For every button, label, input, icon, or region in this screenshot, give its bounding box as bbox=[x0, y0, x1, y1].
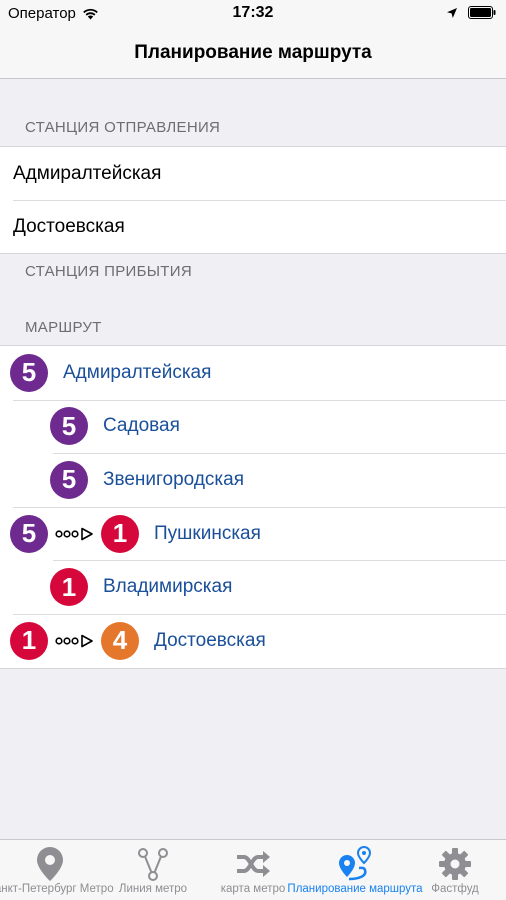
tab-fastfood[interactable]: Фастфуд bbox=[420, 840, 490, 900]
arrival-station-cell[interactable]: Достоевская bbox=[0, 200, 506, 253]
route-step[interactable]: 5 Звенигородская bbox=[0, 453, 506, 507]
line-5-badge: 5 bbox=[10, 353, 48, 392]
route-step[interactable]: 5 Адмиралтейская bbox=[0, 346, 506, 400]
location-arrow-icon bbox=[447, 7, 457, 18]
page-title: Планирование маршрута bbox=[134, 42, 372, 63]
tab-route-planning[interactable]: Планирование маршрута bbox=[287, 840, 423, 900]
departure-station-value: Адмиралтейская bbox=[13, 162, 162, 184]
station-name: Звенигородская bbox=[103, 468, 244, 490]
transfer-arrow-icon bbox=[48, 527, 101, 541]
clock: 17:32 bbox=[232, 4, 274, 21]
map-pin-icon bbox=[35, 846, 65, 882]
route-transfer-step[interactable]: 1 4 Достоевская bbox=[0, 613, 506, 668]
route-step[interactable]: 1 Владимирская bbox=[0, 560, 506, 614]
tab-label: Санкт-Петербург Метро bbox=[0, 883, 114, 895]
navigation-bar: Планирование маршрута bbox=[0, 28, 506, 79]
route-transfer-step[interactable]: 5 1 Пушкинская bbox=[0, 506, 506, 561]
line-1-badge: 1 bbox=[10, 621, 48, 660]
station-name: Садовая bbox=[103, 415, 180, 437]
tab-label: Линия метро bbox=[118, 883, 188, 895]
status-bar: Оператор 17:32 bbox=[0, 0, 506, 28]
arrival-section-header: СТАНЦИЯ ПРИБЫТИЯ bbox=[25, 263, 192, 280]
route-planning-icon bbox=[337, 846, 373, 882]
tab-bar: Санкт-Петербург Метро Линия метро карта … bbox=[0, 839, 506, 900]
gear-icon bbox=[438, 846, 472, 882]
tab-label: Планирование маршрута bbox=[287, 883, 423, 895]
battery-icon bbox=[468, 6, 496, 19]
shuffle-icon bbox=[235, 846, 271, 882]
departure-station-cell[interactable]: Адмиралтейская bbox=[0, 147, 506, 200]
route-section-header: МАРШРУТ bbox=[25, 319, 102, 336]
tab-metro-map[interactable]: карта метро bbox=[210, 840, 296, 900]
line-5-badge: 5 bbox=[10, 514, 48, 553]
line-1-badge: 1 bbox=[50, 568, 88, 607]
line-1-badge: 1 bbox=[101, 514, 139, 553]
route-list: 5 Адмиралтейская 5 Садовая 5 Звенигородс… bbox=[0, 345, 506, 669]
route-step[interactable]: 5 Садовая bbox=[0, 399, 506, 454]
line-4-badge: 4 bbox=[101, 621, 139, 660]
line-5-badge: 5 bbox=[50, 407, 88, 446]
tab-metro-line[interactable]: Линия метро bbox=[110, 840, 196, 900]
line-5-badge: 5 bbox=[50, 460, 88, 499]
transfer-arrow-icon bbox=[48, 634, 101, 648]
tab-label: Фастфуд bbox=[431, 883, 479, 895]
arrival-station-value: Достоевская bbox=[13, 215, 125, 237]
station-name: Достоевская bbox=[154, 629, 266, 651]
station-name: Адмиралтейская bbox=[63, 361, 212, 383]
station-name: Владимирская bbox=[103, 576, 233, 598]
tab-spb-metro[interactable]: Санкт-Петербург Метро bbox=[0, 840, 114, 900]
metro-logo-icon bbox=[136, 846, 170, 882]
station-name: Пушкинская bbox=[154, 522, 261, 544]
departure-section-header: СТАНЦИЯ ОТПРАВЛЕНИЯ bbox=[25, 119, 221, 136]
tab-label: карта метро bbox=[220, 883, 286, 895]
departure-group: Адмиралтейская Достоевская bbox=[0, 146, 506, 254]
